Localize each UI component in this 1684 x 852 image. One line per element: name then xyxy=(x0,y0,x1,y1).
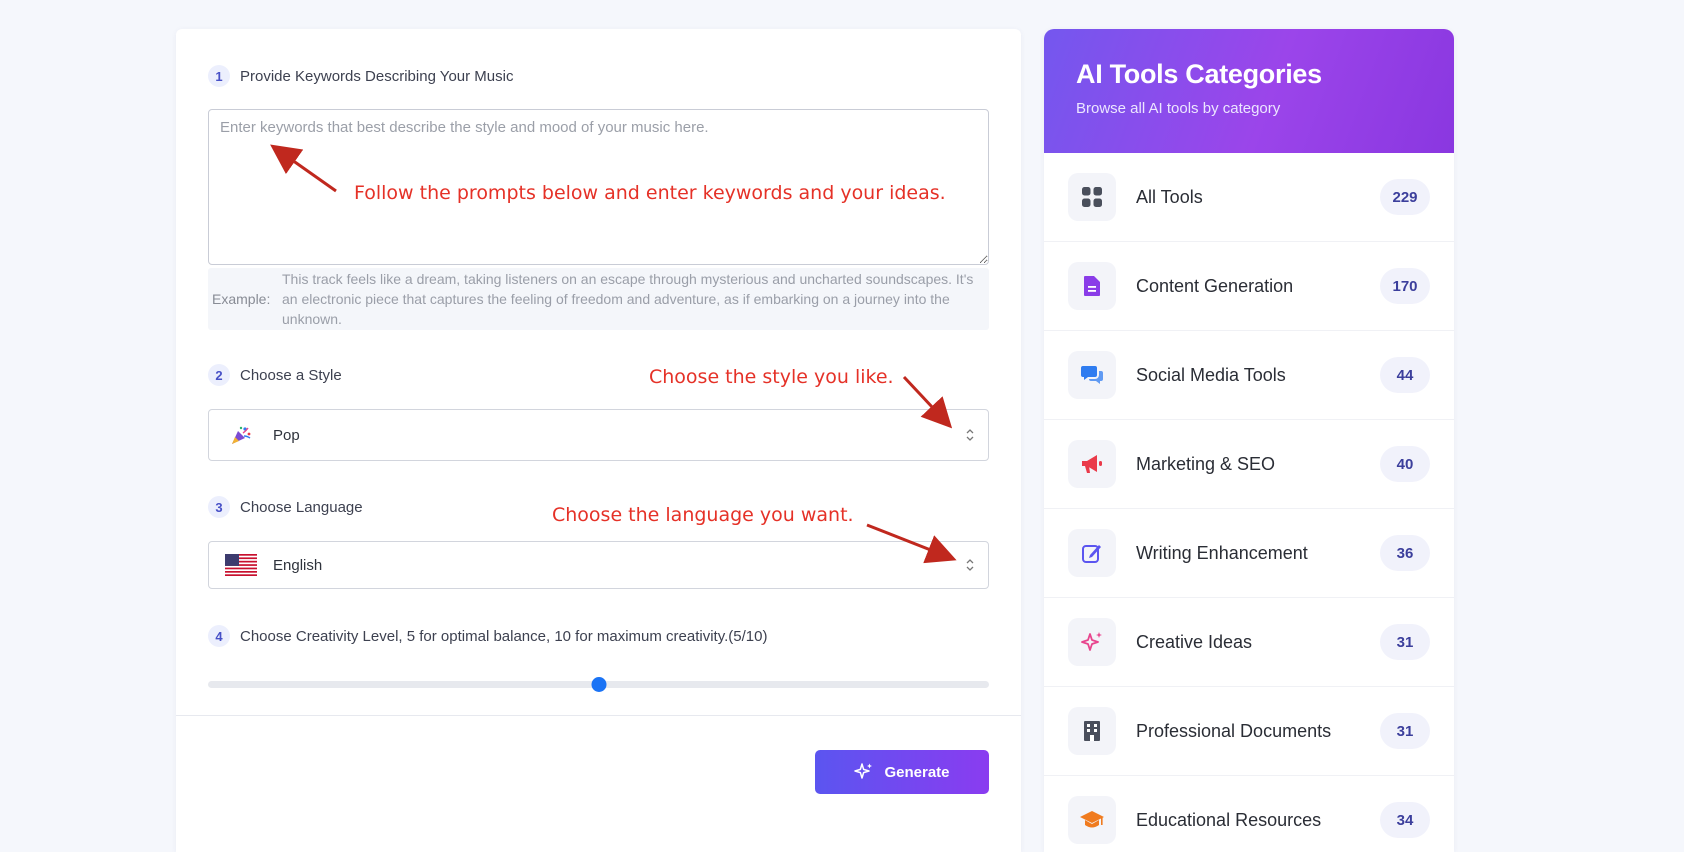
category-label: Social Media Tools xyxy=(1136,364,1286,385)
category-label: Educational Resources xyxy=(1136,809,1322,830)
category-label: Professional Documents xyxy=(1136,720,1332,741)
divider xyxy=(176,715,1021,716)
categories-panel: AI Tools Categories Browse all AI tools … xyxy=(1044,29,1454,852)
page: 1 Provide Keywords Describing Your Music… xyxy=(0,0,1684,852)
chevron-up-down-icon xyxy=(964,427,976,443)
category-label: All Tools xyxy=(1136,186,1203,207)
category-content-generation[interactable]: Content Generation 170 xyxy=(1044,242,1454,331)
step-1-text: Provide Keywords Describing Your Music xyxy=(240,67,514,85)
category-professional-documents[interactable]: Professional Documents 31 xyxy=(1044,687,1454,776)
step-4-number: 4 xyxy=(208,625,230,647)
category-educational-resources[interactable]: Educational Resources 34 xyxy=(1044,776,1454,852)
categories-header: AI Tools Categories Browse all AI tools … xyxy=(1044,29,1454,153)
category-count-badge: 170 xyxy=(1380,268,1430,304)
chat-bubbles-icon xyxy=(1068,351,1116,399)
document-icon xyxy=(1068,262,1116,310)
keywords-hint-annotation: Follow the prompts below and enter keywo… xyxy=(354,182,946,204)
category-creative-ideas[interactable]: Creative Ideas 31 xyxy=(1044,598,1454,687)
megaphone-icon xyxy=(1068,440,1116,488)
us-flag-icon xyxy=(225,554,257,576)
step-2-text: Choose a Style xyxy=(240,366,342,384)
language-select-value: English xyxy=(273,556,323,574)
categories-list: All Tools 229 Content Generation 170 Soc… xyxy=(1044,153,1454,852)
category-marketing-seo[interactable]: Marketing & SEO 40 xyxy=(1044,420,1454,509)
graduation-cap-icon xyxy=(1068,796,1116,844)
style-hint-annotation: Choose the style you like. xyxy=(649,366,894,388)
building-icon xyxy=(1068,707,1116,755)
example-label: Example: xyxy=(212,291,271,307)
music-generator-form: 1 Provide Keywords Describing Your Music… xyxy=(176,29,1021,852)
category-count-badge: 34 xyxy=(1380,802,1430,838)
style-select[interactable]: Pop xyxy=(208,409,989,461)
category-all-tools[interactable]: All Tools 229 xyxy=(1044,153,1454,242)
creativity-slider[interactable] xyxy=(208,677,989,692)
language-hint-annotation: Choose the language you want. xyxy=(552,504,854,526)
edit-icon xyxy=(1068,529,1116,577)
category-label: Creative Ideas xyxy=(1136,631,1253,652)
category-count-badge: 44 xyxy=(1380,357,1430,393)
category-writing-enhancement[interactable]: Writing Enhancement 36 xyxy=(1044,509,1454,598)
example-box: Example: This track feels like a dream, … xyxy=(208,268,989,330)
category-label: Content Generation xyxy=(1136,275,1294,296)
categories-subtitle: Browse all AI tools by category xyxy=(1076,100,1281,117)
category-count-badge: 36 xyxy=(1380,535,1430,571)
category-count-badge: 40 xyxy=(1380,446,1430,482)
category-count-badge: 229 xyxy=(1380,179,1430,215)
step-2-label: 2 Choose a Style xyxy=(208,364,342,386)
creativity-slider-thumb[interactable] xyxy=(591,677,606,692)
category-label: Marketing & SEO xyxy=(1136,453,1276,474)
category-label: Writing Enhancement xyxy=(1136,542,1308,563)
step-3-number: 3 xyxy=(208,496,230,518)
party-popper-icon xyxy=(225,424,257,446)
step-4-text: Choose Creativity Level, 5 for optimal b… xyxy=(240,627,768,645)
step-3-text: Choose Language xyxy=(240,498,363,516)
example-text: This track feels like a dream, taking li… xyxy=(282,271,974,327)
step-3-label: 3 Choose Language xyxy=(208,496,363,518)
language-select[interactable]: English xyxy=(208,541,989,589)
generate-button-label: Generate xyxy=(884,763,950,781)
step-2-number: 2 xyxy=(208,364,230,386)
sparkles-icon xyxy=(1068,618,1116,666)
category-social-media-tools[interactable]: Social Media Tools 44 xyxy=(1044,331,1454,420)
category-count-badge: 31 xyxy=(1380,713,1430,749)
chevron-up-down-icon xyxy=(964,557,976,573)
style-select-value: Pop xyxy=(273,426,300,444)
sparkles-icon xyxy=(854,763,873,779)
categories-title: AI Tools Categories xyxy=(1076,59,1322,89)
step-1-label: 1 Provide Keywords Describing Your Music xyxy=(208,65,513,87)
step-1-number: 1 xyxy=(208,65,230,87)
category-count-badge: 31 xyxy=(1380,624,1430,660)
step-4-label: 4 Choose Creativity Level, 5 for optimal… xyxy=(208,625,767,647)
grid-icon xyxy=(1068,173,1116,221)
generate-button[interactable]: Generate xyxy=(815,750,989,794)
